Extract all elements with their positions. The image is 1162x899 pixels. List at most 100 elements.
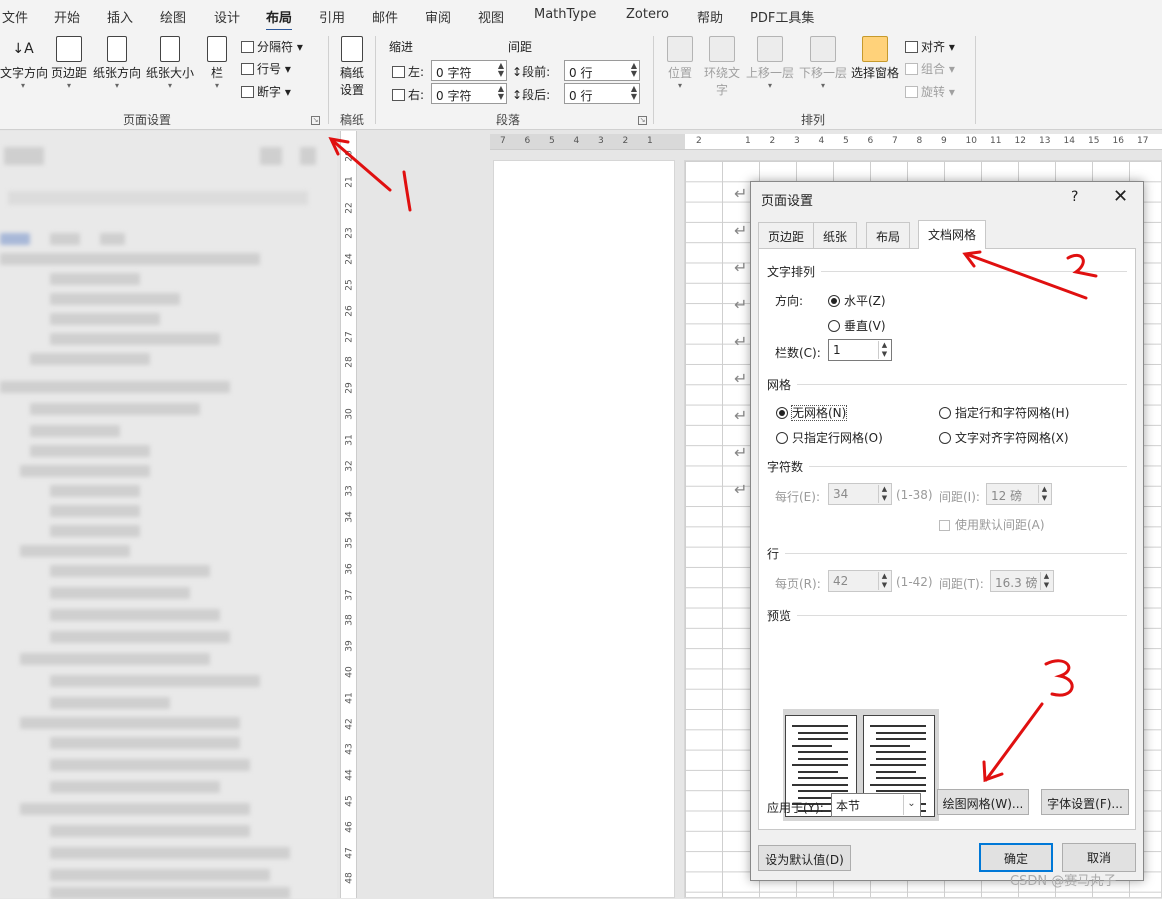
group-button[interactable]: 组合 ▾ <box>905 60 955 77</box>
tab-body: 文字排列 方向: 水平(Z) 垂直(V) 栏数(C): 1▲▼ 网格 无网格(N… <box>758 248 1136 830</box>
vertical-ruler-tick-label: 42 <box>345 716 355 731</box>
document-page-left[interactable] <box>493 160 675 898</box>
paragraph-launcher-icon[interactable]: ↘ <box>638 116 647 125</box>
manuscript-settings-button[interactable]: 稿纸 设置 <box>335 36 369 98</box>
margins-button[interactable]: 页边距▾ <box>50 36 88 90</box>
horizontal-ruler-tick-label: 15 <box>1088 136 1099 146</box>
spacing-after-input[interactable]: 0 行▲▼ <box>564 83 640 104</box>
menu-tab-layout[interactable]: 布局 <box>266 7 292 32</box>
columns-button[interactable]: 栏▾ <box>204 36 230 90</box>
navigation-pane <box>0 131 337 898</box>
no-grid-radio[interactable]: 无网格(N) <box>776 404 846 421</box>
preview-text-line <box>876 758 926 760</box>
tab-document-grid[interactable]: 文档网格 <box>918 220 986 249</box>
rotate-button[interactable]: 旋转 ▾ <box>905 83 955 100</box>
menu-tab-zotero[interactable]: Zotero <box>626 7 669 22</box>
line-grid-only-radio[interactable]: 只指定行网格(O) <box>776 429 883 446</box>
horizontal-ruler-tick-label: 2 <box>623 136 629 146</box>
char-pitch-input[interactable]: 12 磅▲▼ <box>986 483 1052 505</box>
position-button[interactable]: 位置▾ <box>664 36 696 90</box>
horizontal-ruler-tick-label: 5 <box>549 136 555 146</box>
horizontal-ruler-tick-label: 12 <box>1015 136 1026 146</box>
lines-per-page-label: 每页(R): <box>775 575 821 592</box>
horizontal-ruler-tick-label: 5 <box>843 136 849 146</box>
ok-button[interactable]: 确定 <box>979 843 1053 872</box>
size-button[interactable]: 纸张大小▾ <box>145 36 195 90</box>
horizontal-ruler-tick-label: 2 <box>770 136 776 146</box>
paragraph-mark-icon: ↵ <box>734 480 747 499</box>
send-backward-button[interactable]: 下移一层▾ <box>797 36 849 90</box>
tab-margins[interactable]: 页边距 <box>758 222 814 248</box>
close-icon[interactable]: ✕ <box>1113 186 1128 207</box>
paragraph-mark-icon: ↵ <box>734 258 747 277</box>
use-default-pitch-checkbox[interactable]: 使用默认间距(A) <box>939 516 1045 533</box>
ribbon-separator <box>975 36 976 124</box>
vertical-ruler-tick-label: 38 <box>345 613 355 628</box>
columns-input[interactable]: 1▲▼ <box>828 339 892 361</box>
chars-per-line-input[interactable]: 34▲▼ <box>828 483 892 505</box>
text-direction-button[interactable]: ↓A 文字方向▾ <box>0 36 46 90</box>
menu-tab-design[interactable]: 设计 <box>214 7 240 26</box>
preview-text-line <box>798 771 838 773</box>
font-settings-button[interactable]: 字体设置(F)... <box>1041 789 1129 815</box>
preview-text-line <box>798 732 848 734</box>
page-setup-launcher-icon[interactable]: ↘ <box>311 116 320 125</box>
watermark: CSDN @赛马丸子 <box>1010 870 1116 889</box>
orientation-button[interactable]: 纸张方向▾ <box>92 36 142 90</box>
send-backward-icon <box>810 36 836 62</box>
spacing-before-input[interactable]: 0 行▲▼ <box>564 60 640 81</box>
wrap-text-button[interactable]: 环绕文 字 <box>702 36 742 98</box>
hyphenation-button[interactable]: 断字 ▾ <box>241 83 291 100</box>
vertical-ruler-tick-label: 36 <box>345 561 355 576</box>
drawing-grid-button[interactable]: 绘图网格(W)... <box>937 789 1029 815</box>
hyphenation-icon <box>241 86 254 98</box>
breaks-button[interactable]: 分隔符 ▾ <box>241 38 303 55</box>
menu-bar: 文件 开始 插入 绘图 设计 布局 引用 邮件 审阅 视图 MathType Z… <box>0 0 1162 30</box>
tab-layout[interactable]: 布局 <box>866 222 910 248</box>
paragraph-mark-icon: ↵ <box>734 443 747 462</box>
menu-tab-insert[interactable]: 插入 <box>107 7 133 26</box>
indent-right-input[interactable]: 0 字符▲▼ <box>431 83 507 104</box>
horizontal-ruler-tick-label: 4 <box>574 136 580 146</box>
direction-horizontal-radio[interactable]: 水平(Z) <box>828 292 886 309</box>
set-as-default-button[interactable]: 设为默认值(D) <box>758 845 851 871</box>
menu-tab-view[interactable]: 视图 <box>478 7 504 26</box>
cancel-button[interactable]: 取消 <box>1062 843 1136 872</box>
preview-text-line <box>870 764 926 766</box>
menu-tab-pdf-tools[interactable]: PDF工具集 <box>750 7 814 26</box>
horizontal-ruler-tick-label: 8 <box>917 136 923 146</box>
menu-tab-mathtype[interactable]: MathType <box>534 7 596 22</box>
menu-tab-file[interactable]: 文件 <box>2 7 28 26</box>
help-icon[interactable]: ? <box>1071 189 1078 205</box>
align-button[interactable]: 对齐 ▾ <box>905 38 955 55</box>
menu-tab-mailings[interactable]: 邮件 <box>372 7 398 26</box>
snap-to-char-grid-radio[interactable]: 文字对齐字符网格(X) <box>939 429 1069 446</box>
menu-tab-draw[interactable]: 绘图 <box>160 7 186 26</box>
lines-range: (1-42) <box>896 575 933 589</box>
preview-text-line <box>798 738 848 740</box>
orientation-icon <box>107 36 127 62</box>
menu-tab-review[interactable]: 审阅 <box>425 7 451 26</box>
direction-vertical-radio[interactable]: 垂直(V) <box>828 317 886 334</box>
selection-pane-button[interactable]: 选择窗格 <box>850 36 900 81</box>
bring-forward-button[interactable]: 上移一层▾ <box>744 36 796 90</box>
align-icon <box>905 41 918 53</box>
line-numbers-button[interactable]: 行号 ▾ <box>241 60 291 77</box>
direction-label: 方向: <box>775 292 803 309</box>
tab-paper[interactable]: 纸张 <box>813 222 857 248</box>
menu-tab-home[interactable]: 开始 <box>54 7 80 26</box>
vertical-ruler-tick-label: 27 <box>345 329 355 344</box>
breaks-icon <box>241 41 254 53</box>
menu-tab-help[interactable]: 帮助 <box>697 7 723 26</box>
lines-per-page-input[interactable]: 42▲▼ <box>828 570 892 592</box>
indent-left-input[interactable]: 0 字符▲▼ <box>431 60 507 81</box>
line-pitch-input[interactable]: 16.3 磅▲▼ <box>990 570 1054 592</box>
apply-to-label: 应用于(Y): <box>767 799 824 816</box>
spacing-before-label: ↕段前: <box>512 63 550 80</box>
menu-tab-references[interactable]: 引用 <box>319 7 345 26</box>
line-and-char-grid-radio[interactable]: 指定行和字符网格(H) <box>939 404 1069 421</box>
apply-to-select[interactable]: 本节⌄ <box>831 793 921 817</box>
preview-text-line <box>870 745 910 747</box>
spacing-after-icon: ↕ <box>512 88 522 102</box>
vertical-ruler-tick-label: 37 <box>345 587 355 602</box>
